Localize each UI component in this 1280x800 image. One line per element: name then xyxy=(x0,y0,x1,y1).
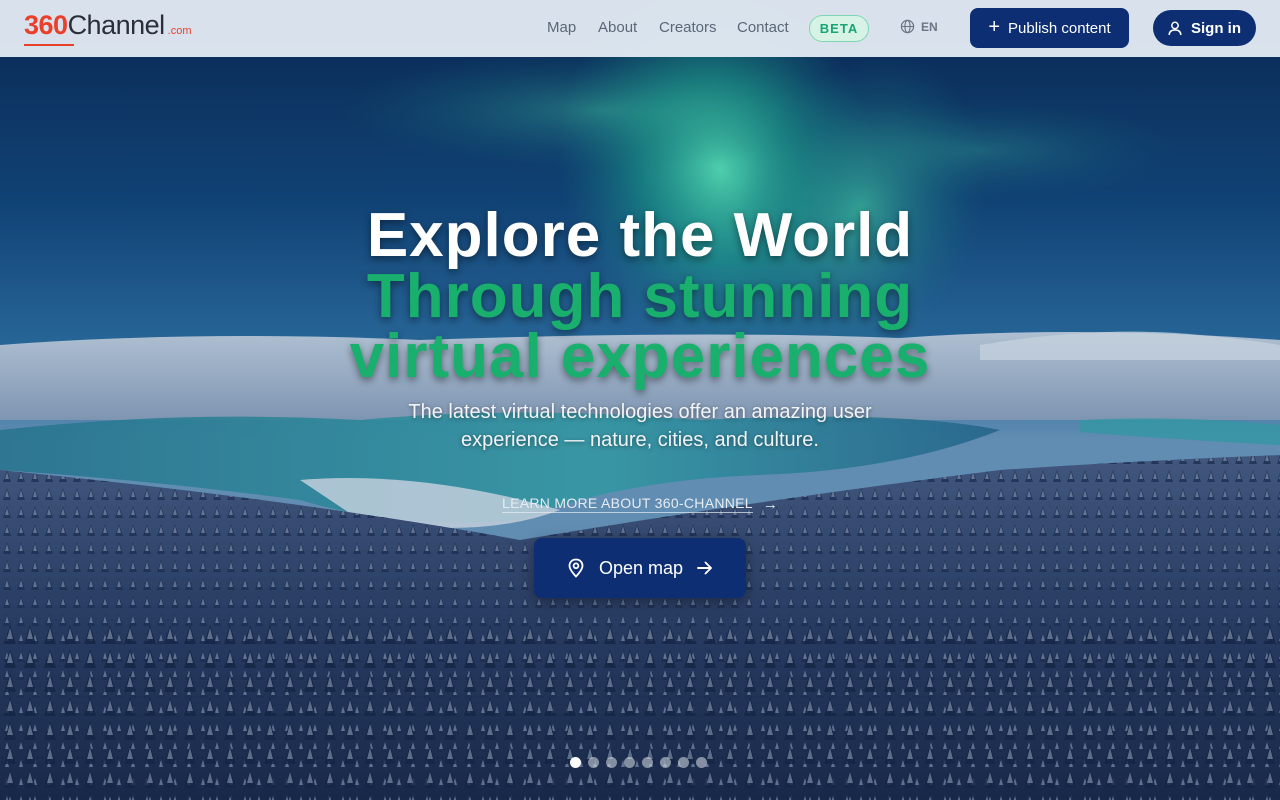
carousel-dot[interactable] xyxy=(660,757,671,768)
logo-word: Channel xyxy=(67,10,166,40)
nav-link-creators[interactable]: Creators xyxy=(659,19,717,36)
beta-badge: BETA xyxy=(809,15,869,42)
arrow-right-icon xyxy=(697,561,712,575)
publish-content-label: Publish content xyxy=(1008,19,1111,37)
map-pin-icon xyxy=(568,558,584,578)
learn-more-label: LEARN MORE ABOUT 360-CHANNEL xyxy=(502,495,753,513)
user-icon xyxy=(1168,21,1182,35)
language-selector[interactable]: EN xyxy=(900,19,938,34)
carousel-pagination xyxy=(570,757,714,768)
carousel-dot[interactable] xyxy=(570,757,581,768)
hero-subtitle: The latest virtual technologies offer an… xyxy=(408,401,872,451)
sign-in-button[interactable]: Sign in xyxy=(1153,10,1256,46)
sign-in-label: Sign in xyxy=(1191,19,1241,37)
site-logo[interactable]: 360 Channel .com xyxy=(24,10,192,46)
publish-content-button[interactable]: + Publish content xyxy=(970,8,1129,48)
language-code: EN xyxy=(921,19,938,34)
nav-link-map[interactable]: Map xyxy=(547,19,576,36)
logo-number: 360 xyxy=(24,10,74,46)
hero-headline-line3: virtual experiences xyxy=(349,322,931,391)
globe-icon xyxy=(900,19,915,34)
open-map-button[interactable]: Open map xyxy=(534,538,746,598)
top-navigation-bar: 360 Channel .com Map About Creators Cont… xyxy=(0,0,1280,57)
nav-link-about[interactable]: About xyxy=(598,19,637,36)
carousel-dot[interactable] xyxy=(696,757,707,768)
logo-tld: .com xyxy=(167,25,192,37)
carousel-dot[interactable] xyxy=(624,757,635,768)
learn-more-link[interactable]: LEARN MORE ABOUT 360-CHANNEL → xyxy=(502,495,778,513)
carousel-dot[interactable] xyxy=(678,757,689,768)
open-map-label: Open map xyxy=(598,557,684,578)
carousel-dot[interactable] xyxy=(642,757,653,768)
carousel-dot[interactable] xyxy=(606,757,617,768)
nav-link-contact[interactable]: Contact xyxy=(737,19,789,36)
arrow-right-icon: → xyxy=(762,495,779,513)
plus-icon: + xyxy=(988,16,1001,38)
carousel-dot[interactable] xyxy=(588,757,599,768)
